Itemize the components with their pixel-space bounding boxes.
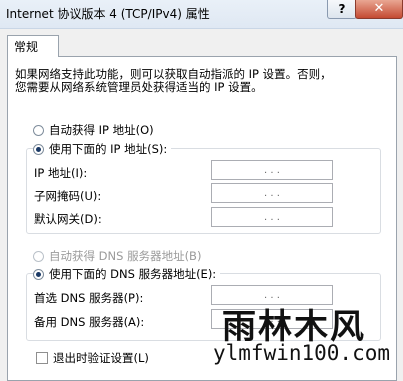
manual-dns-label: 使用下面的 DNS 服务器地址(E):: [49, 267, 217, 281]
manual-dns-radio[interactable]: [33, 268, 44, 280]
auto-ip-label: 自动获得 IP 地址(O): [49, 123, 154, 137]
validate-on-exit-row[interactable]: 退出时验证设置(L): [36, 350, 149, 366]
auto-ip-radio[interactable]: [33, 124, 44, 136]
auto-dns-radio-row[interactable]: 自动获得 DNS 服务器地址(B): [33, 248, 201, 264]
window-title: Internet 协议版本 4 (TCP/IPv4) 属性: [6, 7, 210, 21]
default-gateway-input[interactable]: . . .: [211, 207, 333, 227]
manual-ip-radio[interactable]: [33, 143, 44, 155]
manual-ip-radio-row[interactable]: 使用下面的 IP 地址(S):: [33, 141, 172, 157]
title-bar: Internet 协议版本 4 (TCP/IPv4) 属性 ? ✕: [0, 0, 403, 29]
auto-dns-radio[interactable]: [33, 250, 44, 262]
description-text: 如果网络支持此功能，则可以获取自动指派的 IP 设置。否则， 您需要从网络系统管…: [15, 67, 332, 94]
subnet-mask-value: . . .: [264, 187, 280, 199]
watermark-url: ylmfwin100.com: [213, 341, 391, 365]
default-gateway-label: 默认网关(D):: [34, 212, 102, 226]
alternate-dns-label: 备用 DNS 服务器(A):: [34, 315, 145, 329]
close-button[interactable]: ✕: [355, 0, 403, 19]
validate-on-exit-checkbox[interactable]: [36, 352, 48, 364]
manual-dns-radio-row[interactable]: 使用下面的 DNS 服务器地址(E):: [33, 266, 221, 282]
subnet-mask-label: 子网掩码(U):: [34, 189, 102, 203]
help-button[interactable]: ?: [327, 0, 357, 19]
manual-ip-label: 使用下面的 IP 地址(S):: [49, 142, 168, 156]
ip-address-input[interactable]: . . .: [211, 160, 333, 180]
tab-general[interactable]: 常规: [7, 35, 59, 57]
validate-on-exit-label: 退出时验证设置(L): [53, 351, 149, 365]
auto-dns-label: 自动获得 DNS 服务器地址(B): [49, 249, 202, 263]
subnet-mask-input[interactable]: . . .: [211, 183, 333, 203]
auto-ip-radio-row[interactable]: 自动获得 IP 地址(O): [33, 122, 154, 138]
ip-address-label: IP 地址(I):: [34, 166, 88, 180]
preferred-dns-label: 首选 DNS 服务器(P):: [34, 291, 144, 305]
default-gateway-value: . . .: [264, 211, 280, 223]
ip-address-value: . . .: [264, 164, 280, 176]
